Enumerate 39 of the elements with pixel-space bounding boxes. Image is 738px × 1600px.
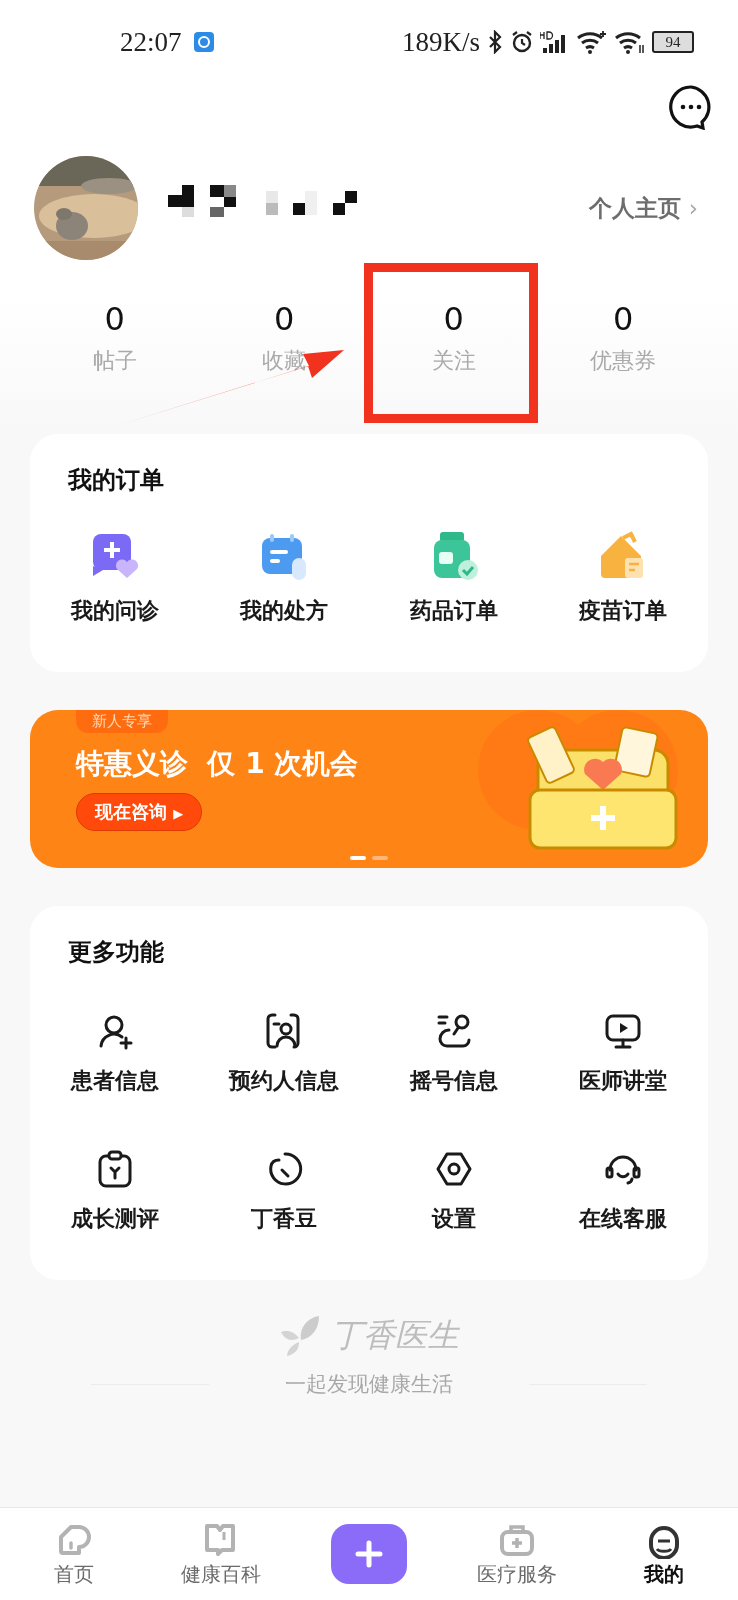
feature-link[interactable]: 摇号信息 [409, 1066, 498, 1096]
bluetooth-icon [486, 30, 504, 54]
feature-link[interactable]: 预约人信息 [229, 1066, 340, 1096]
wifi-icon [614, 30, 646, 54]
stat-count[interactable]: 0 [443, 300, 464, 338]
feature-link[interactable]: 患者信息 [70, 1066, 159, 1096]
battery-level: 94 [665, 33, 681, 51]
promo-headline: 特惠义诊 仅 1 次机会 [76, 746, 359, 782]
order-link[interactable]: 药品订单 [409, 596, 498, 626]
brand-name: 丁香医生 [331, 1315, 459, 1356]
stat-count[interactable]: 0 [613, 300, 634, 338]
stat-count[interactable]: 0 [104, 300, 125, 338]
profile-link[interactable]: 个人主页 › [588, 192, 698, 224]
tab-label[interactable]: 医疗服务 [476, 1560, 557, 1588]
order-link[interactable]: 疫苗订单 [579, 596, 668, 626]
feature-link[interactable]: 丁香豆 [251, 1204, 318, 1234]
feature-link[interactable]: 设置 [431, 1204, 476, 1234]
add-button[interactable] [331, 1524, 407, 1584]
wifi-icon [576, 30, 608, 54]
order-link[interactable]: 我的问诊 [70, 596, 159, 626]
feature-icon[interactable] [604, 1012, 643, 1050]
network-speed: 189K/s [402, 26, 480, 58]
stat-count[interactable]: 0 [274, 300, 295, 338]
feature-link[interactable]: 医师讲堂 [579, 1066, 668, 1096]
promo-tag: 新人专享 [76, 710, 168, 733]
app-notification-icon [193, 32, 214, 52]
feature-link[interactable]: 在线客服 [579, 1204, 668, 1234]
alarm-icon [510, 30, 534, 54]
section-title: 更多功能 [67, 937, 165, 968]
tab-label[interactable]: 首页 [53, 1560, 94, 1588]
section-title: 我的订单 [67, 465, 165, 496]
order-link[interactable]: 我的处方 [240, 596, 329, 626]
slogan: 一起发现健康生活 [285, 1371, 453, 1398]
feature-icon[interactable] [434, 1150, 473, 1188]
plus-icon [355, 1540, 383, 1568]
clock-time: 22:07 [120, 26, 182, 58]
tab-label[interactable]: 健康百科 [181, 1560, 262, 1588]
tab-label[interactable]: 我的 [644, 1560, 685, 1588]
feature-link[interactable]: 成长测评 [70, 1204, 159, 1234]
